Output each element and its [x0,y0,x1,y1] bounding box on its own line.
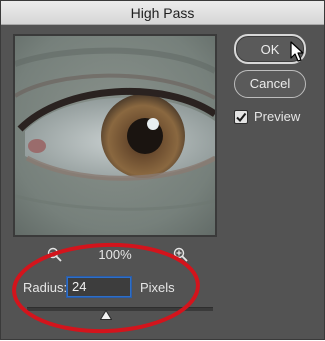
preview-label: Preview [254,109,301,124]
preview-option[interactable]: Preview [234,109,300,124]
radius-label: Radius: [23,280,68,295]
radius-slider-track[interactable] [27,307,213,311]
dialog-title: High Pass [130,5,195,21]
units-label: Pixels [140,280,175,295]
preview-image[interactable] [13,34,217,237]
zoom-controls: 100% [13,246,217,264]
title-bar[interactable]: High Pass [1,1,324,25]
cancel-button[interactable]: Cancel [234,70,306,98]
high-pass-dialog: High Pass OK Cancel Preview 100% Radius:… [0,0,325,340]
checkmark-icon [236,112,247,122]
cursor-icon [290,41,304,62]
radius-input[interactable]: 24 [67,277,131,297]
preview-checkbox[interactable] [234,109,248,124]
zoom-in-icon[interactable] [173,247,189,263]
slider-thumb-icon[interactable] [100,310,112,320]
